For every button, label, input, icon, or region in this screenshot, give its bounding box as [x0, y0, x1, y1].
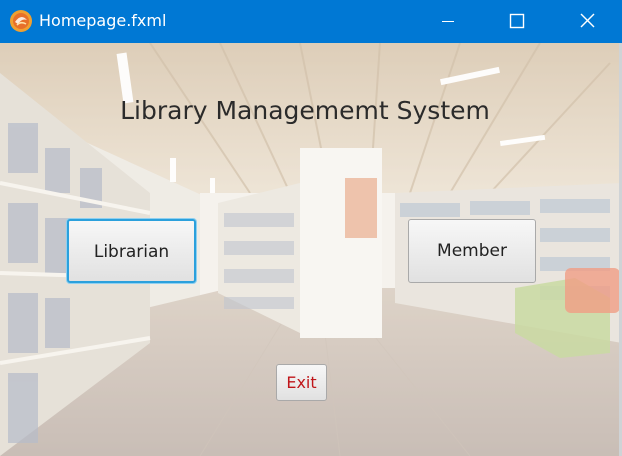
librarian-button[interactable]: Librarian: [67, 219, 196, 283]
close-icon: [580, 13, 595, 28]
app-window: Homepage.fxml Library Managememt System …: [0, 0, 622, 456]
page-title: Library Managememt System: [120, 96, 490, 125]
content-pane: Library Managememt System Librarian Memb…: [0, 43, 622, 456]
javafx-app-icon: [10, 10, 32, 32]
window-title: Homepage.fxml: [39, 11, 167, 30]
minimize-icon: [442, 21, 454, 22]
title-bar[interactable]: Homepage.fxml: [0, 0, 622, 43]
maximize-button[interactable]: [482, 0, 552, 43]
close-button[interactable]: [552, 0, 622, 43]
maximize-icon: [509, 13, 525, 29]
minimize-button[interactable]: [412, 0, 482, 43]
exit-button[interactable]: Exit: [276, 364, 327, 401]
member-button[interactable]: Member: [408, 219, 536, 283]
